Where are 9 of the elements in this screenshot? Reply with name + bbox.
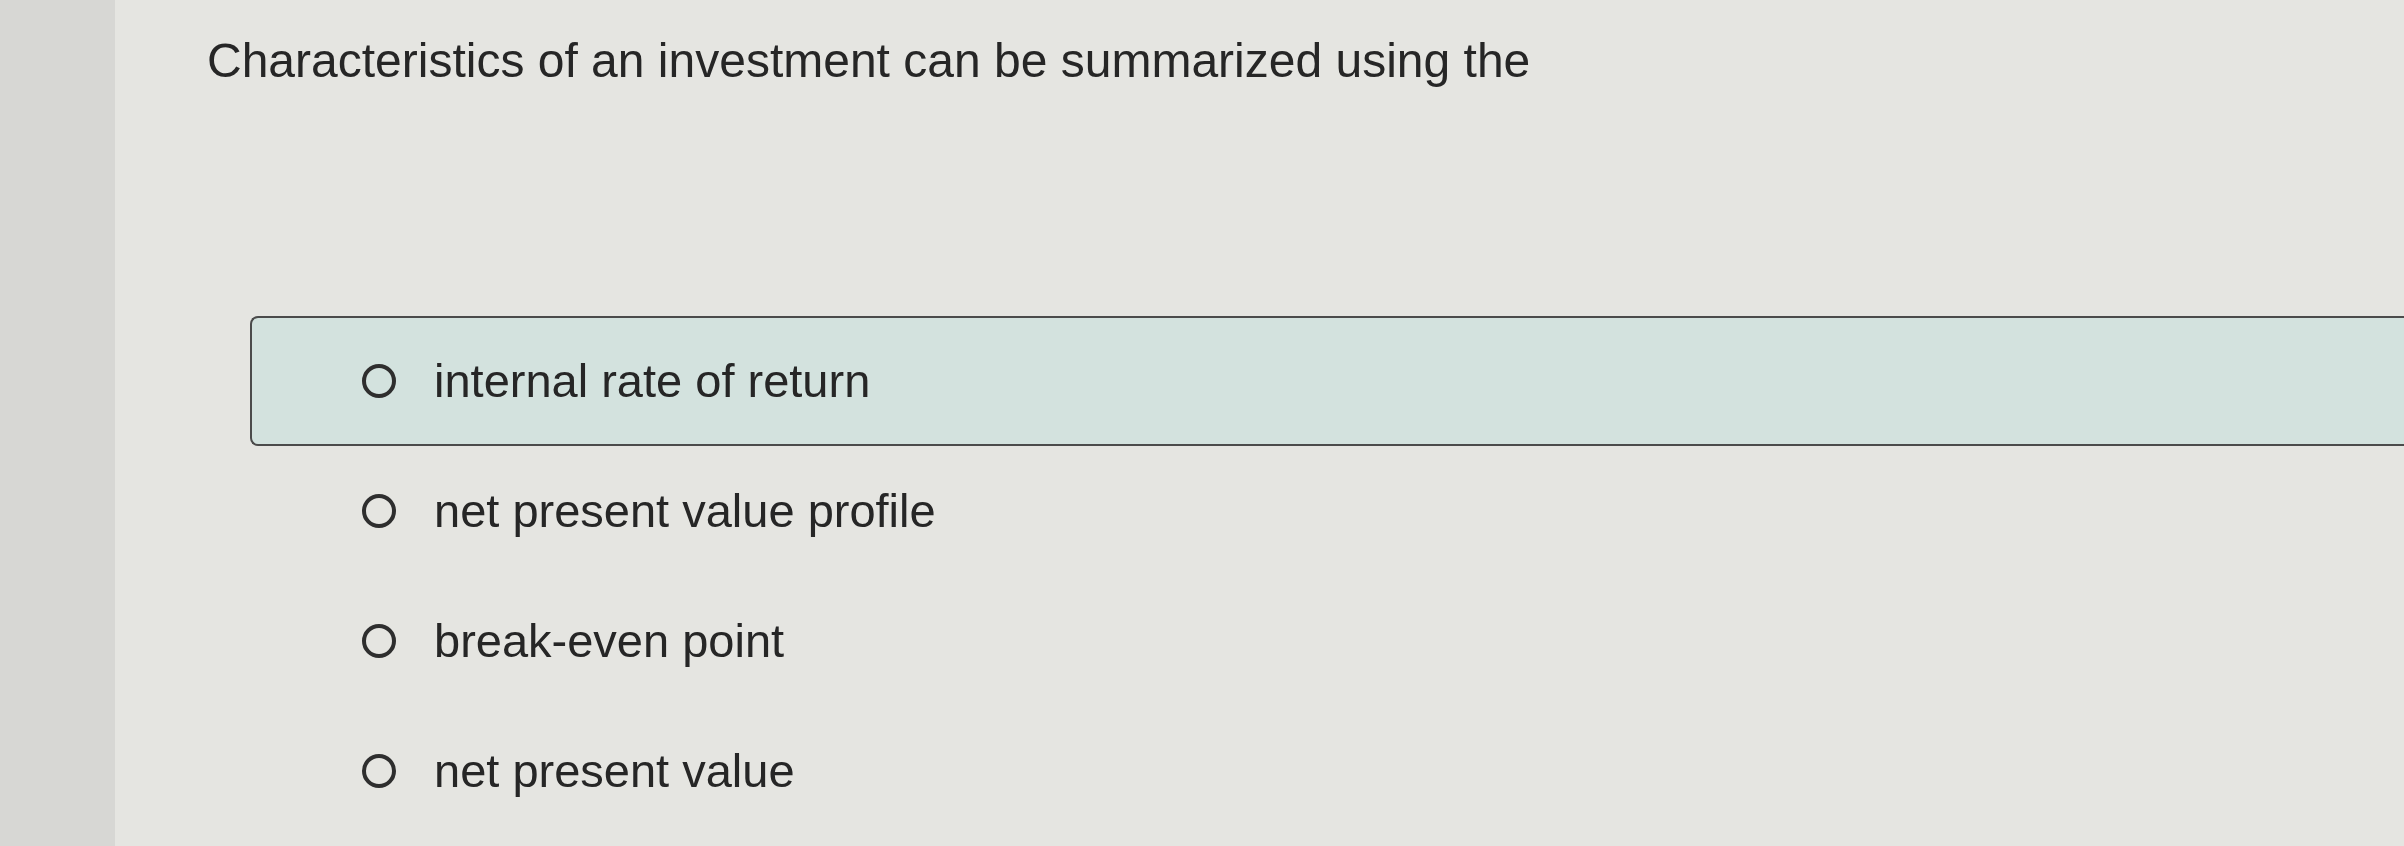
answer-option[interactable]: internal rate of return [362,353,871,409]
answer-option[interactable]: net present value [362,743,795,799]
answer-option[interactable]: net present value profile [362,483,936,539]
question-text: Characteristics of an investment can be summarized using the [207,33,1531,89]
answer-option[interactable]: break-even point [362,613,785,669]
radio-button[interactable] [362,624,396,658]
radio-button[interactable] [362,494,396,528]
radio-button[interactable] [362,754,396,788]
radio-button[interactable] [362,364,396,398]
